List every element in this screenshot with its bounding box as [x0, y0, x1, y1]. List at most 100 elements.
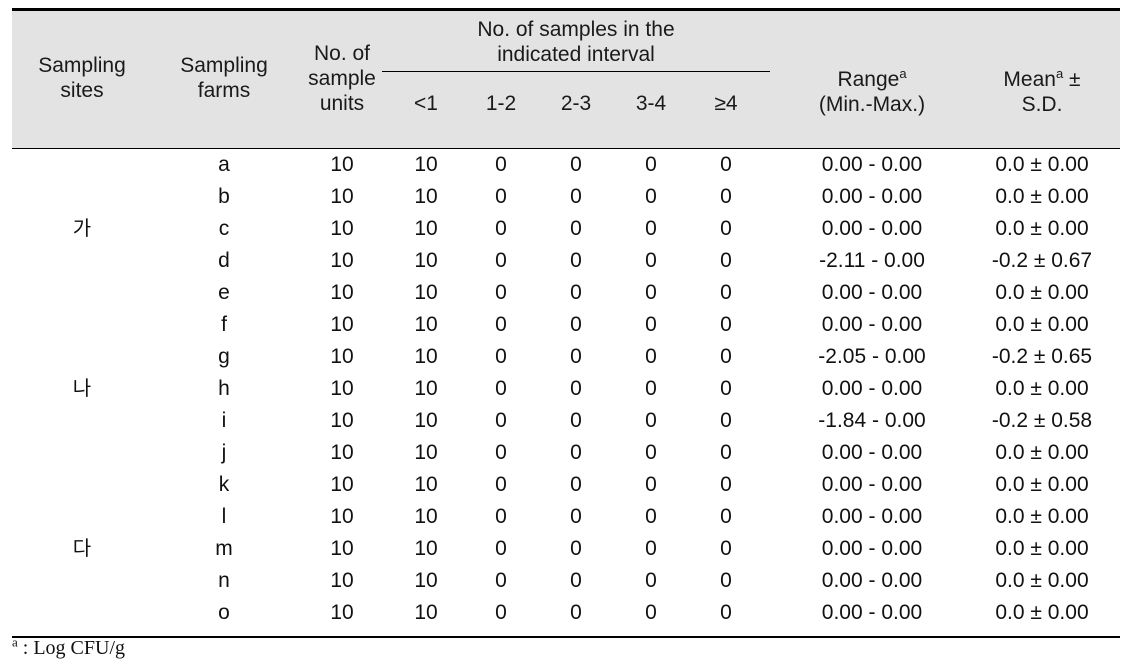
cell-interval-2-3: 0: [570, 537, 582, 560]
cell-interval-1-2: 0: [495, 473, 507, 496]
cell-interval-ge4: 0: [720, 569, 732, 592]
cell-interval-3-4: 0: [645, 601, 657, 624]
cell-interval-3-4: 0: [645, 281, 657, 304]
table-row: l 10 10 0 0 0 0 0.00 - 0.00 0.0 ± 0.00: [12, 501, 1120, 533]
cell-sampling-farm: a: [218, 153, 230, 176]
table-body: a 10 10 0 0 0 0 0.00 - 0.00 0.0 ± 0.00 b 10 10 0 0 0 0 0…: [12, 149, 1120, 636]
cell-sampling-site: 나: [72, 378, 92, 400]
cell-range: -2.11 - 0.00: [819, 249, 925, 272]
cell-interval-1-2: 0: [495, 217, 507, 240]
table-row: k 10 10 0 0 0 0 0.00 - 0.00 0.0 ± 0.00: [12, 469, 1120, 501]
cell-interval-2-3: 0: [570, 409, 582, 432]
cell-interval-lt1: 10: [414, 537, 438, 560]
cell-interval-2-3: 0: [570, 601, 582, 624]
cell-interval-ge4: 0: [720, 153, 732, 176]
cell-interval-ge4: 0: [720, 313, 732, 336]
cell-sampling-farm: n: [218, 569, 230, 592]
cell-sampling-farm: g: [218, 345, 230, 368]
cell-interval-ge4: 0: [720, 281, 732, 304]
cell-range: 0.00 - 0.00: [821, 185, 923, 208]
cell-interval-lt1: 10: [414, 313, 438, 336]
cell-interval-1-2: 0: [495, 537, 507, 560]
cell-mean-sd: 0.0 ± 0.00: [995, 281, 1089, 304]
table-row: 나 h 10 10 0 0 0 0 0.00 - 0.00 0.0 ± 0.00: [12, 373, 1120, 405]
table-row: i 10 10 0 0 0 0 -1.84 - 0.00 -0.2 ± 0.58: [12, 405, 1120, 437]
cell-interval-lt1: 10: [414, 345, 438, 368]
range-superscript: a: [899, 66, 907, 81]
cell-sample-units: 10: [330, 505, 354, 528]
cell-interval-3-4: 0: [645, 185, 657, 208]
cell-interval-3-4: 0: [645, 345, 657, 368]
cell-mean-sd: -0.2 ± 0.67: [991, 249, 1093, 272]
cell-sample-units: 10: [330, 153, 354, 176]
cell-sampling-farm: l: [221, 505, 227, 528]
cell-sample-units: 10: [330, 601, 354, 624]
cell-sampling-site: 다: [72, 538, 92, 560]
range-sublabel: (Min.-Max.): [818, 93, 926, 116]
cell-interval-lt1: 10: [414, 281, 438, 304]
sampling-sites-line1: Sampling: [38, 54, 126, 77]
cell-interval-lt1: 10: [414, 569, 438, 592]
cell-interval-2-3: 0: [570, 313, 582, 336]
cell-mean-sd: 0.0 ± 0.00: [995, 185, 1089, 208]
cell-interval-2-3: 0: [570, 185, 582, 208]
table-row: n 10 10 0 0 0 0 0.00 - 0.00 0.0 ± 0.00: [12, 565, 1120, 597]
cell-interval-ge4: 0: [720, 185, 732, 208]
cell-interval-lt1: 10: [414, 377, 438, 400]
sampling-farms-line1: Sampling: [180, 54, 268, 77]
cell-sample-units: 10: [330, 441, 354, 464]
cell-interval-ge4: 0: [720, 505, 732, 528]
cell-sampling-farm: d: [218, 249, 230, 272]
table-row: e 10 10 0 0 0 0 0.00 - 0.00 0.0 ± 0.00: [12, 277, 1120, 309]
cell-interval-2-3: 0: [570, 569, 582, 592]
cell-sample-units: 10: [330, 281, 354, 304]
cell-mean-sd: 0.0 ± 0.00: [995, 473, 1089, 496]
plus-minus-sign: ±: [1069, 68, 1081, 91]
cell-sampling-farm: o: [218, 601, 230, 624]
cell-interval-ge4: 0: [720, 441, 732, 464]
cell-interval-ge4: 0: [720, 345, 732, 368]
cell-sampling-farm: k: [218, 473, 230, 496]
column-group-header-intervals: No. of samples in the indicated interval: [382, 17, 770, 67]
cell-mean-sd: 0.0 ± 0.00: [995, 569, 1089, 592]
table-row: g 10 10 0 0 0 0 -2.05 - 0.00 -0.2 ± 0.65: [12, 341, 1120, 373]
column-header-interval-ge4: ≥4: [714, 92, 738, 115]
cell-sampling-farm: h: [218, 377, 230, 400]
interval-group-line2: indicated interval: [497, 43, 655, 66]
column-header-interval-2-3: 2-3: [560, 92, 592, 115]
cell-range: -1.84 - 0.00: [818, 409, 926, 432]
cell-range: -2.05 - 0.00: [818, 345, 926, 368]
cell-interval-2-3: 0: [570, 153, 582, 176]
cell-sampling-farm: i: [221, 409, 227, 432]
data-table: Sampling sites Sampling farms No. of sam…: [12, 8, 1120, 638]
cell-interval-3-4: 0: [645, 569, 657, 592]
table-row: d 10 10 0 0 0 0 -2.11 - 0.00 -0.2 ± 0.67: [12, 245, 1120, 277]
cell-interval-1-2: 0: [495, 281, 507, 304]
cell-mean-sd: 0.0 ± 0.00: [995, 153, 1089, 176]
cell-range: 0.00 - 0.00: [821, 505, 923, 528]
cell-range: 0.00 - 0.00: [821, 473, 923, 496]
cell-interval-3-4: 0: [645, 217, 657, 240]
table-row: 다 m 10 10 0 0 0 0 0.00 - 0.00 0.0 ± 0.00: [12, 533, 1120, 565]
table-row: j 10 10 0 0 0 0 0.00 - 0.00 0.0 ± 0.00: [12, 437, 1120, 469]
cell-sampling-farm: j: [221, 441, 227, 464]
column-header-sampling-farms: Sampling farms: [154, 53, 294, 103]
cell-interval-1-2: 0: [495, 409, 507, 432]
cell-range: 0.00 - 0.00: [821, 377, 923, 400]
cell-interval-1-2: 0: [495, 249, 507, 272]
cell-range: 0.00 - 0.00: [821, 569, 923, 592]
table-row: a 10 10 0 0 0 0 0.00 - 0.00 0.0 ± 0.00: [12, 149, 1120, 181]
cell-interval-2-3: 0: [570, 505, 582, 528]
footnote-text: : Log CFU/g: [17, 637, 126, 659]
cell-sample-units: 10: [330, 217, 354, 240]
cell-interval-2-3: 0: [570, 441, 582, 464]
cell-range: 0.00 - 0.00: [821, 537, 923, 560]
cell-sample-units: 10: [330, 569, 354, 592]
cell-interval-2-3: 0: [570, 345, 582, 368]
table-row: 가 c 10 10 0 0 0 0 0.00 - 0.00 0.0 ± 0.00: [12, 213, 1120, 245]
table-header: Sampling sites Sampling farms No. of sam…: [12, 11, 1120, 148]
cell-sampling-site: 가: [72, 218, 92, 240]
table-row: o 10 10 0 0 0 0 0.00 - 0.00 0.0 ± 0.00: [12, 597, 1120, 629]
cell-interval-lt1: 10: [414, 601, 438, 624]
cell-interval-ge4: 0: [720, 377, 732, 400]
